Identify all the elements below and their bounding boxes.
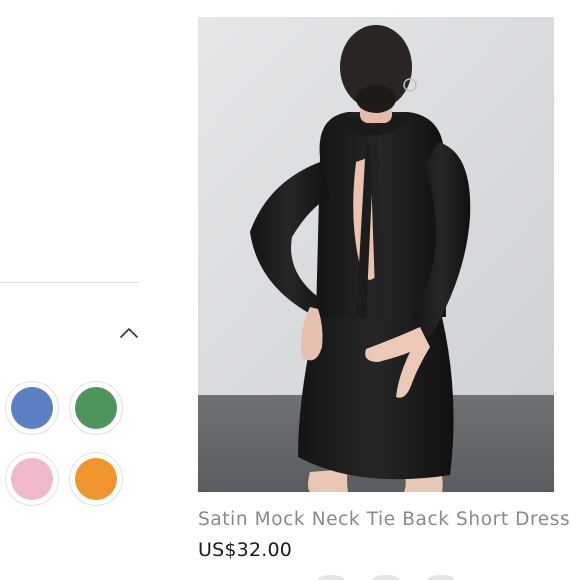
carousel-dot[interactable] <box>373 575 399 580</box>
product-listing-page: Satin Mock Neck Tie Back Short Dress US$… <box>0 0 580 580</box>
carousel-dots <box>318 575 458 580</box>
swatch-fill <box>11 387 53 429</box>
filter-divider <box>0 282 138 283</box>
chevron-up-icon[interactable] <box>118 322 140 344</box>
color-swatch-pink[interactable] <box>5 452 59 506</box>
swatch-fill <box>75 458 117 500</box>
color-swatch-green[interactable] <box>69 381 123 435</box>
color-swatch-orange[interactable] <box>69 452 123 506</box>
swatch-fill <box>11 458 53 500</box>
swatch-fill <box>75 387 117 429</box>
carousel-dot[interactable] <box>428 575 454 580</box>
product-photo <box>198 17 554 492</box>
color-swatch-blue[interactable] <box>5 381 59 435</box>
product-price: US$32.00 <box>198 539 293 561</box>
product-title[interactable]: Satin Mock Neck Tie Back Short Dress <box>198 509 570 530</box>
product-image[interactable] <box>198 17 554 492</box>
carousel-dot[interactable] <box>318 575 344 580</box>
